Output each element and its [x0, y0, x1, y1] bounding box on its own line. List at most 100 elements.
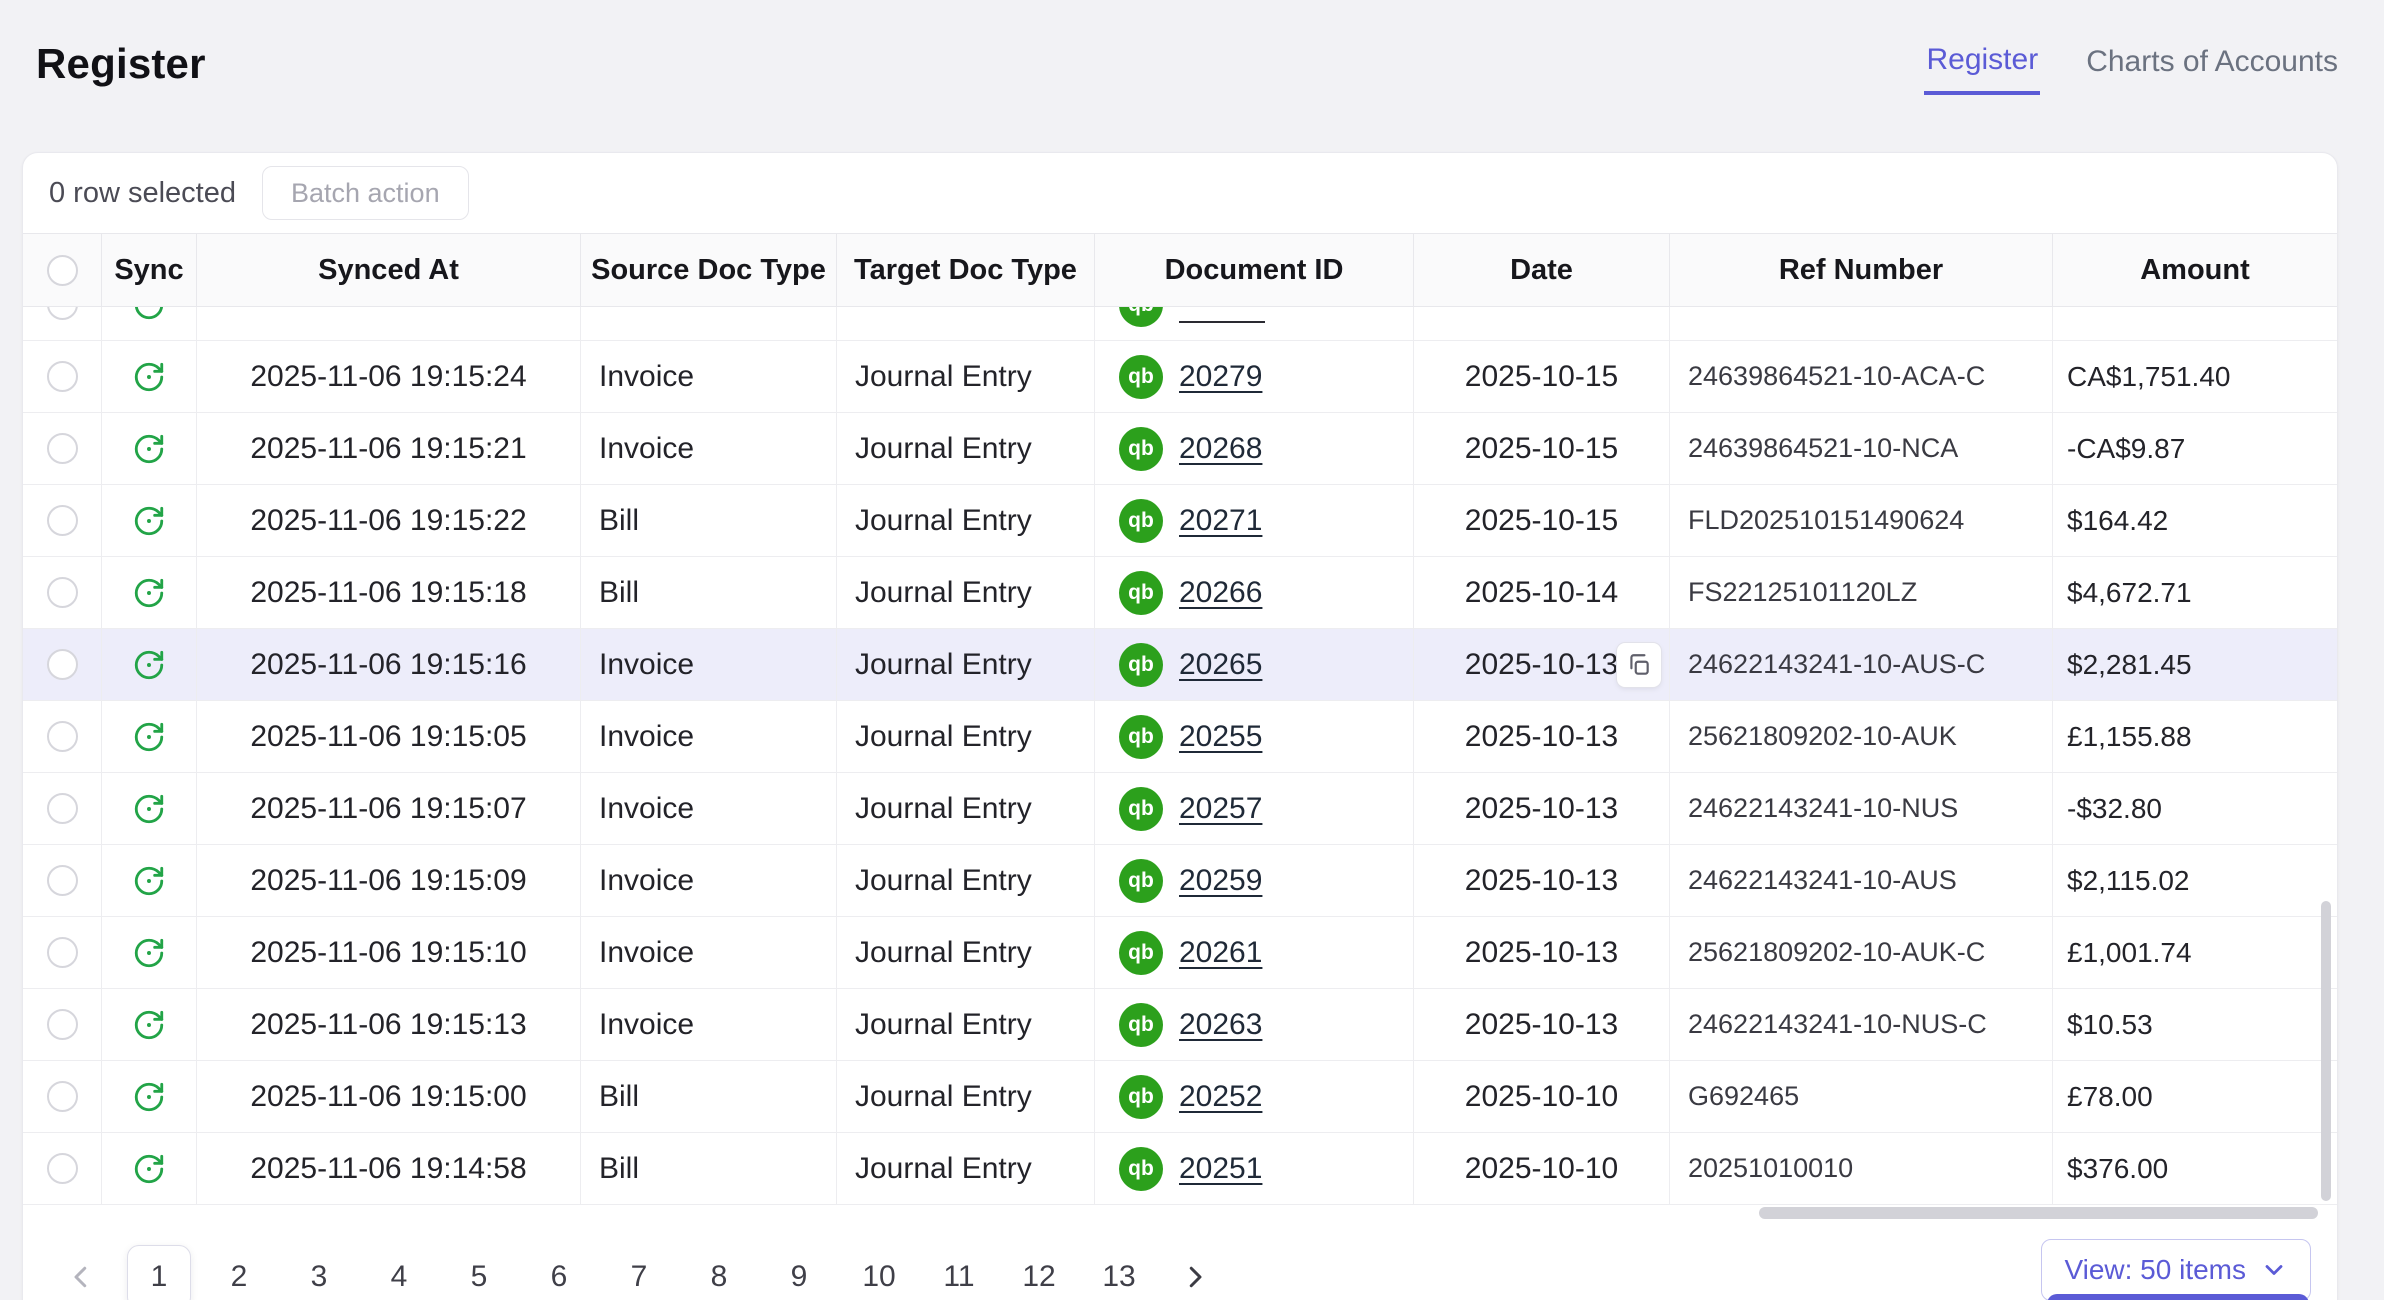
page-button-8[interactable]: 8: [687, 1245, 751, 1300]
page-button-5[interactable]: 5: [447, 1245, 511, 1300]
document-id-cell: qb 20279: [1095, 341, 1414, 412]
row-checkbox[interactable]: [47, 1009, 78, 1040]
row-checkbox[interactable]: [47, 721, 78, 752]
checkbox-cell: [23, 701, 102, 772]
date-value: 2025-10-13: [1465, 936, 1618, 970]
view-items-dropdown[interactable]: View: 50 items: [2041, 1239, 2311, 1300]
row-checkbox[interactable]: [47, 865, 78, 896]
select-all-checkbox[interactable]: [47, 255, 78, 286]
row-checkbox[interactable]: [47, 361, 78, 392]
tab-register[interactable]: Register: [1924, 33, 2040, 95]
row-checkbox[interactable]: [47, 307, 78, 320]
register-card: 0 row selected Batch action Sync Synced …: [22, 152, 2338, 1300]
document-link[interactable]: [1179, 307, 1265, 323]
page-button-13[interactable]: 13: [1087, 1245, 1151, 1300]
row-checkbox[interactable]: [47, 433, 78, 464]
date-value: 2025-10-13: [1465, 720, 1618, 754]
document-link[interactable]: 20268: [1179, 432, 1262, 466]
tab-charts-of-accounts[interactable]: Charts of Accounts: [2084, 35, 2340, 93]
document-link[interactable]: 20271: [1179, 504, 1262, 538]
sync-status-icon: [102, 1008, 196, 1042]
sync-cell: [102, 845, 197, 916]
sync-status-icon: [102, 936, 196, 970]
document-id-cell: qb: [1095, 307, 1414, 340]
document-link[interactable]: 20252: [1179, 1080, 1262, 1114]
table-row: 2025-11-06 19:15:22 Bill Journal Entry q…: [23, 485, 2337, 557]
date-cell: 2025-10-15: [1414, 341, 1670, 412]
row-checkbox[interactable]: [47, 937, 78, 968]
document-link[interactable]: 20261: [1179, 936, 1262, 970]
quickbooks-icon: qb: [1119, 355, 1163, 399]
row-checkbox[interactable]: [47, 793, 78, 824]
quickbooks-icon: qb: [1119, 1075, 1163, 1119]
document-link[interactable]: 20266: [1179, 576, 1262, 610]
document-link[interactable]: 20255: [1179, 720, 1262, 754]
page-button-11[interactable]: 11: [927, 1245, 991, 1300]
chevron-down-icon: [2260, 1256, 2288, 1284]
date-value: 2025-10-15: [1465, 360, 1618, 394]
date-cell: 2025-10-13: [1414, 773, 1670, 844]
page-button-6[interactable]: 6: [527, 1245, 591, 1300]
page-button-12[interactable]: 12: [1007, 1245, 1071, 1300]
page-button-7[interactable]: 7: [607, 1245, 671, 1300]
source-doc-type-cell: Invoice: [581, 413, 837, 484]
page-button-3[interactable]: 3: [287, 1245, 351, 1300]
pagination: 12345678910111213 View: 50 items: [23, 1221, 2337, 1300]
synced-at-cell: 2025-11-06 19:15:05: [197, 701, 581, 772]
row-checkbox[interactable]: [47, 1081, 78, 1112]
document-link[interactable]: 20263: [1179, 1008, 1262, 1042]
batch-action-button[interactable]: Batch action: [262, 166, 469, 220]
vertical-scrollbar-thumb[interactable]: [2321, 901, 2331, 1201]
row-checkbox[interactable]: [47, 505, 78, 536]
checkbox-cell: [23, 1133, 102, 1204]
page-button-4[interactable]: 4: [367, 1245, 431, 1300]
source-doc-type-cell: Bill: [581, 1133, 837, 1204]
document-link[interactable]: 20257: [1179, 792, 1262, 826]
page-title: Register: [36, 40, 206, 88]
document-link[interactable]: 20259: [1179, 864, 1262, 898]
document-id-cell: qb 20261: [1095, 917, 1414, 988]
quickbooks-icon: qb: [1119, 307, 1163, 327]
quickbooks-icon: qb: [1119, 1147, 1163, 1191]
next-page-button[interactable]: [1167, 1245, 1223, 1300]
copy-icon-button[interactable]: [1617, 643, 1661, 687]
target-doc-type-cell: Journal Entry: [837, 557, 1095, 628]
synced-at-cell: [197, 307, 581, 340]
table-row: 2025-11-06 19:15:18 Bill Journal Entry q…: [23, 557, 2337, 629]
document-link[interactable]: 20265: [1179, 648, 1262, 682]
quickbooks-icon: qb: [1119, 1003, 1163, 1047]
synced-at-cell: 2025-11-06 19:15:10: [197, 917, 581, 988]
page-button-2[interactable]: 2: [207, 1245, 271, 1300]
row-checkbox[interactable]: [47, 577, 78, 608]
document-link[interactable]: 20251: [1179, 1152, 1262, 1186]
horizontal-scrollbar-thumb[interactable]: [1759, 1207, 2319, 1219]
date-cell: 2025-10-13: [1414, 629, 1670, 700]
date-value: 2025-10-15: [1465, 432, 1618, 466]
source-doc-type-cell: Invoice: [581, 341, 837, 412]
synced-at-cell: 2025-11-06 19:15:07: [197, 773, 581, 844]
document-link[interactable]: 20279: [1179, 360, 1262, 394]
previous-page-button[interactable]: [53, 1245, 109, 1300]
amount-cell: $2,281.45: [2053, 629, 2337, 700]
checkbox-cell: [23, 629, 102, 700]
page-button-9[interactable]: 9: [767, 1245, 831, 1300]
date-cell: 2025-10-10: [1414, 1133, 1670, 1204]
synced-at-cell: 2025-11-06 19:15:09: [197, 845, 581, 916]
document-id-cell: qb 20257: [1095, 773, 1414, 844]
page-button-10[interactable]: 10: [847, 1245, 911, 1300]
sync-status-icon: [102, 648, 196, 682]
target-doc-type-cell: Journal Entry: [837, 413, 1095, 484]
sync-status-icon: [102, 792, 196, 826]
date-value: 2025-10-10: [1465, 1152, 1618, 1186]
table-row: 2025-11-06 19:15:05 Invoice Journal Entr…: [23, 701, 2337, 773]
row-checkbox[interactable]: [47, 649, 78, 680]
amount-cell: $4,672.71: [2053, 557, 2337, 628]
quickbooks-icon: qb: [1119, 571, 1163, 615]
table-row: 2025-11-06 19:15:07 Invoice Journal Entr…: [23, 773, 2337, 845]
document-id-cell: qb 20251: [1095, 1133, 1414, 1204]
amount-cell: -CA$9.87: [2053, 413, 2337, 484]
document-id-cell: qb 20252: [1095, 1061, 1414, 1132]
page-button-1[interactable]: 1: [127, 1245, 191, 1300]
row-checkbox[interactable]: [47, 1153, 78, 1184]
table-row: 2025-11-06 19:15:10 Invoice Journal Entr…: [23, 917, 2337, 989]
